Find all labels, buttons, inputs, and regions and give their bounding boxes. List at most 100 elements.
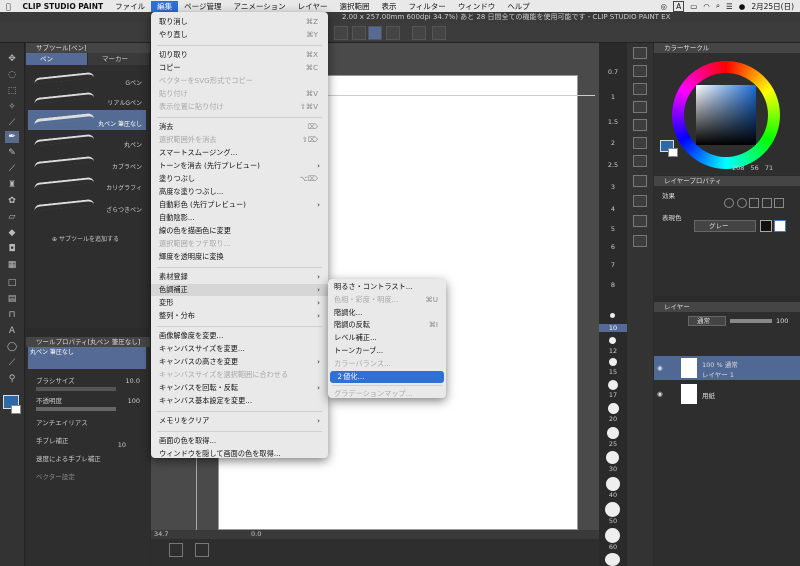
size-label[interactable]: 6: [599, 243, 627, 251]
toolbar-button[interactable]: [352, 26, 366, 40]
decoration-icon[interactable]: ✿: [5, 195, 19, 207]
lasso-icon[interactable]: ◌: [5, 69, 19, 81]
size-label[interactable]: 5: [599, 225, 627, 233]
edit-menu-item[interactable]: 切り取り ⌘X: [151, 49, 328, 61]
menu-filter[interactable]: フィルター: [402, 1, 451, 12]
brush-size-value[interactable]: 10.0: [126, 377, 140, 385]
frame-icon[interactable]: ▤: [5, 293, 19, 305]
speed-stabilization-row[interactable]: 速度による手ブレ補正: [36, 453, 146, 463]
edit-menu-item[interactable]: コピー ⌘C: [151, 62, 328, 74]
eye-icon[interactable]: ◉: [657, 390, 663, 398]
edit-menu-item[interactable]: メモリをクリア ›: [151, 415, 328, 427]
layer-opacity-value[interactable]: 100: [776, 317, 788, 325]
size-label[interactable]: 20: [599, 415, 627, 423]
menu-window[interactable]: ウィンドウ: [452, 1, 502, 12]
edit-menu-item[interactable]: 線の色を描画色に変更: [151, 225, 328, 237]
tab-pen[interactable]: ペン: [26, 53, 88, 65]
size-label-selected[interactable]: 10: [599, 324, 627, 332]
submenu-item[interactable]: レベル補正...: [328, 332, 446, 344]
brush-item[interactable]: カリグラフィ: [28, 174, 146, 194]
brush-size-slider[interactable]: [36, 387, 116, 391]
edit-menu-item[interactable]: 塗りつぶし ⌥⌦: [151, 173, 328, 185]
pencil-icon[interactable]: ✎: [5, 147, 19, 159]
correct-line-icon[interactable]: ⟋: [5, 357, 19, 369]
menu-animation[interactable]: アニメーション: [227, 1, 291, 12]
size-label[interactable]: 30: [599, 465, 627, 473]
antialias-row[interactable]: アンチエイリアス: [36, 417, 146, 427]
edit-menu-item[interactable]: 画像解像度を変更...: [151, 330, 328, 342]
toolbar-check-button[interactable]: [368, 26, 382, 40]
size-label[interactable]: 2: [599, 139, 627, 147]
select-icon[interactable]: ⬚: [5, 85, 19, 97]
size-label[interactable]: 2.5: [599, 161, 627, 169]
zoom-icon[interactable]: ⚲: [5, 373, 19, 385]
submenu-item[interactable]: 明るさ・コントラスト...: [328, 281, 446, 293]
display-color-select[interactable]: グレー: [694, 220, 756, 232]
stabilization-value[interactable]: 10: [118, 441, 126, 449]
menu-edit[interactable]: 編集: [151, 0, 179, 12]
edit-menu-item[interactable]: 画面の色を取得...: [151, 435, 328, 447]
edit-menu-item[interactable]: 高度な塗りつぶし...: [151, 186, 328, 198]
brush-item-selected[interactable]: 丸ペン 筆圧なし: [28, 110, 146, 130]
edit-menu-item[interactable]: 色調補正 ›: [151, 284, 328, 296]
fill-icon[interactable]: ◘: [5, 243, 19, 255]
black-color-chip[interactable]: [760, 220, 772, 232]
layer-row[interactable]: ◉ 100 % 通常 レイヤー 1: [654, 356, 800, 380]
effect-mask-icon[interactable]: [774, 198, 785, 208]
gradient-icon[interactable]: ▦: [5, 259, 19, 271]
edit-menu-item[interactable]: ウィンドウを隠して画面の色を取得...: [151, 448, 328, 460]
search-icon[interactable]: ⌕: [716, 1, 720, 11]
edit-menu-item[interactable]: やり直し ⌘Y: [151, 29, 328, 41]
edit-menu-item[interactable]: キャンバスサイズを変更...: [151, 343, 328, 355]
panel-toggle-icon[interactable]: [633, 101, 647, 113]
eye-icon[interactable]: ◉: [657, 364, 663, 372]
move-icon[interactable]: ✥: [5, 53, 19, 65]
edit-menu-item[interactable]: 素材登録 ›: [151, 271, 328, 283]
size-label[interactable]: 40: [599, 491, 627, 499]
brush-item[interactable]: ざらつきペン: [28, 196, 146, 216]
toolbar-button[interactable]: [334, 26, 348, 40]
submenu-item[interactable]: ２値化...: [330, 370, 444, 383]
tab-marker[interactable]: マーカー: [88, 53, 150, 65]
menu-file[interactable]: ファイル: [109, 1, 151, 12]
input-source-icon[interactable]: A: [673, 0, 685, 12]
figure-icon[interactable]: □: [5, 277, 19, 289]
blend-icon[interactable]: ◆: [5, 227, 19, 239]
edit-menu-item[interactable]: 消去 ⌦: [151, 121, 328, 133]
layer-opacity-slider[interactable]: [730, 319, 772, 323]
panel-toggle-icon[interactable]: [633, 47, 647, 59]
size-label[interactable]: 8: [599, 281, 627, 289]
brush-item[interactable]: 丸ペン: [28, 131, 146, 151]
vector-setting-row[interactable]: ベクター設定: [36, 471, 146, 481]
menu-selection[interactable]: 選択範囲: [333, 1, 375, 12]
menu-layer[interactable]: レイヤー: [292, 1, 334, 12]
size-label[interactable]: 0.7: [599, 68, 627, 76]
panel-toggle-icon[interactable]: [633, 65, 647, 77]
opacity-row[interactable]: 不透明度 100: [36, 395, 146, 411]
airbrush-icon[interactable]: ♜: [5, 179, 19, 191]
battery-icon[interactable]: ▭: [690, 2, 697, 11]
edit-menu-item[interactable]: キャンバス基本設定を変更...: [151, 395, 328, 407]
submenu-item[interactable]: 階調化...: [328, 307, 446, 319]
effect-border-icon[interactable]: [736, 198, 747, 208]
panel-toggle-icon[interactable]: [633, 215, 647, 227]
layer-row[interactable]: ◉ 用紙: [654, 382, 800, 406]
menu-view[interactable]: 表示: [375, 1, 402, 12]
eyedropper-icon[interactable]: ⟋: [5, 117, 19, 129]
white-color-chip[interactable]: [774, 220, 786, 232]
panel-toggle-icon[interactable]: [633, 83, 647, 95]
apple-icon[interactable]: : [0, 2, 17, 11]
edit-menu-item[interactable]: 自動彩色 (先行プレビュー) ›: [151, 199, 328, 211]
size-label[interactable]: 12: [599, 347, 627, 355]
edit-menu-item[interactable]: トーンを消去 (先行プレビュー) ›: [151, 160, 328, 172]
brush-icon[interactable]: ⟋: [5, 163, 19, 175]
edit-menu-item[interactable]: 自動陰影...: [151, 212, 328, 224]
edit-menu-item[interactable]: キャンバスを回転・反転 ›: [151, 382, 328, 394]
size-label[interactable]: 17: [599, 391, 627, 399]
stabilization-row[interactable]: 手ブレ補正 10: [36, 435, 146, 449]
edit-menu-item[interactable]: スマートスムージング...: [151, 147, 328, 159]
edit-menu-item[interactable]: 取り消し ⌘Z: [151, 16, 328, 28]
balloon-icon[interactable]: ◯: [5, 341, 19, 353]
saturation-square[interactable]: [696, 85, 756, 145]
size-label[interactable]: 7: [599, 261, 627, 269]
